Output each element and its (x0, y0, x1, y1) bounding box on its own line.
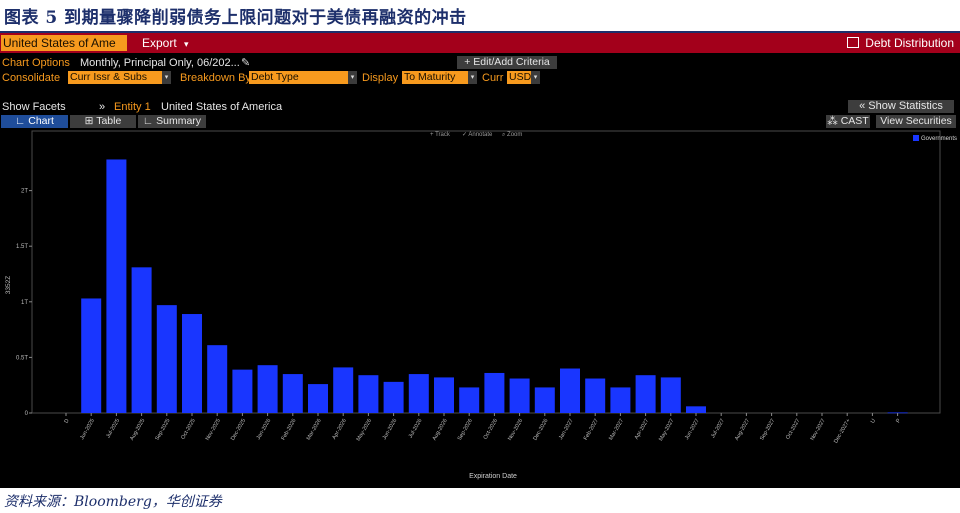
legend: Governments (913, 135, 957, 144)
x-tick-label: Oct-2027 (785, 418, 802, 441)
x-tick-label: May-2027 (658, 418, 675, 442)
bar-Jul-2026 (408, 374, 429, 413)
x-tick-label: Nov-2025 (205, 418, 222, 442)
x-tick-label: Oct-2025 (180, 418, 197, 441)
x-tick-label: Nov-2027 (810, 418, 827, 442)
bar-Aug-2025 (131, 267, 152, 413)
x-tick-label: Dec-2025 (230, 418, 247, 442)
y-tick-label: 2T (21, 189, 28, 195)
bar-Jan-2026 (257, 365, 278, 413)
x-tick-label: Sep-2026 (457, 418, 474, 442)
x-tick-label: Jan-2026 (256, 418, 273, 441)
x-tick-label: Nov-2026 (507, 418, 524, 442)
bar-Dec-2026 (534, 387, 555, 413)
bar-Dec-2025 (232, 369, 253, 413)
bar-Mar-2026 (308, 384, 328, 413)
x-tick-label: Dec-2027+ (833, 418, 852, 444)
bar-Oct-2026 (484, 372, 505, 413)
bar-Jun-2025 (81, 298, 102, 413)
x-tick-label: Jun-2026 (382, 418, 399, 441)
x-tick-label: P (895, 418, 902, 424)
bar-Feb-2027 (585, 378, 606, 413)
x-tick-label: Jun-2027 (684, 418, 701, 441)
figure-title: 图表 5 到期量骤降削弱债务上限问题对于美债再融资的冲击 (4, 8, 467, 28)
x-tick-label: Jul-2026 (408, 418, 424, 439)
legend-swatch (913, 135, 919, 141)
y-tick-label: 1T (21, 300, 28, 306)
x-tick-label: U (870, 418, 877, 424)
y-tick-label: 0 (25, 411, 29, 417)
source-note: 资料来源：Bloomberg，华创证券 (4, 494, 222, 510)
x-tick-label: Aug-2027 (734, 418, 751, 442)
x-tick-label: Feb-2026 (281, 418, 298, 441)
x-tick-label: Jul-2025 (105, 418, 121, 439)
x-tick-label: Mar-2026 (306, 418, 323, 441)
x-tick-label: Jul-2027 (710, 418, 726, 439)
bar-Mar-2027 (610, 387, 631, 413)
bar-May-2027 (660, 377, 681, 413)
bar-Feb-2026 (282, 374, 303, 413)
bar-Sep-2025 (156, 305, 177, 413)
x-tick-label: Oct-2026 (483, 418, 500, 441)
bar-Sep-2026 (459, 387, 480, 413)
bloomberg-terminal: United States of Ame Export ▾ Debt Distr… (0, 33, 960, 488)
bar-Jan-2027 (560, 368, 580, 413)
x-tick-label: Sep-2027 (759, 418, 776, 442)
bar-Nov-2025 (207, 345, 228, 413)
bar-Nov-2026 (509, 378, 530, 413)
x-tick-label: May-2026 (356, 418, 373, 442)
bar-Aug-2026 (434, 377, 454, 413)
x-tick-label: Dec-2026 (532, 418, 549, 442)
bar-Apr-2026 (333, 367, 354, 413)
x-tick-label: Aug-2026 (432, 418, 449, 442)
bar-Jun-2026 (383, 381, 404, 413)
bar-May-2026 (358, 375, 379, 413)
bar-Jun-2027 (686, 406, 706, 413)
x-tick-label: Aug-2025 (129, 418, 146, 442)
x-tick-label: Apr-2027 (634, 418, 651, 441)
bar-Jul-2025 (106, 159, 127, 413)
bar-Apr-2027 (635, 375, 656, 413)
x-tick-label: Apr-2026 (331, 418, 348, 441)
maturity-bar-chart: 0 0.5T 1T 1.5T 2T 3352Z D Jun-2025 Jul-2025 Aug-2… (5, 130, 941, 480)
y-axis-title: 3352Z (5, 276, 12, 294)
x-tick-label: D (64, 418, 71, 424)
y-tick-label: 1.5T (16, 244, 28, 250)
y-tick-label: 0.5T (16, 355, 28, 361)
x-tick-label: Feb-2027 (583, 418, 600, 441)
x-axis-title: Expiration Date (469, 473, 517, 480)
x-tick-label: Jun-2025 (79, 418, 96, 441)
x-tick-label: Sep-2025 (154, 418, 171, 442)
x-tick-label: Mar-2027 (608, 418, 625, 441)
bar-Oct-2025 (182, 314, 202, 413)
x-tick-label: Jan-2027 (558, 418, 575, 441)
legend-label-governments: Governments (921, 136, 958, 142)
